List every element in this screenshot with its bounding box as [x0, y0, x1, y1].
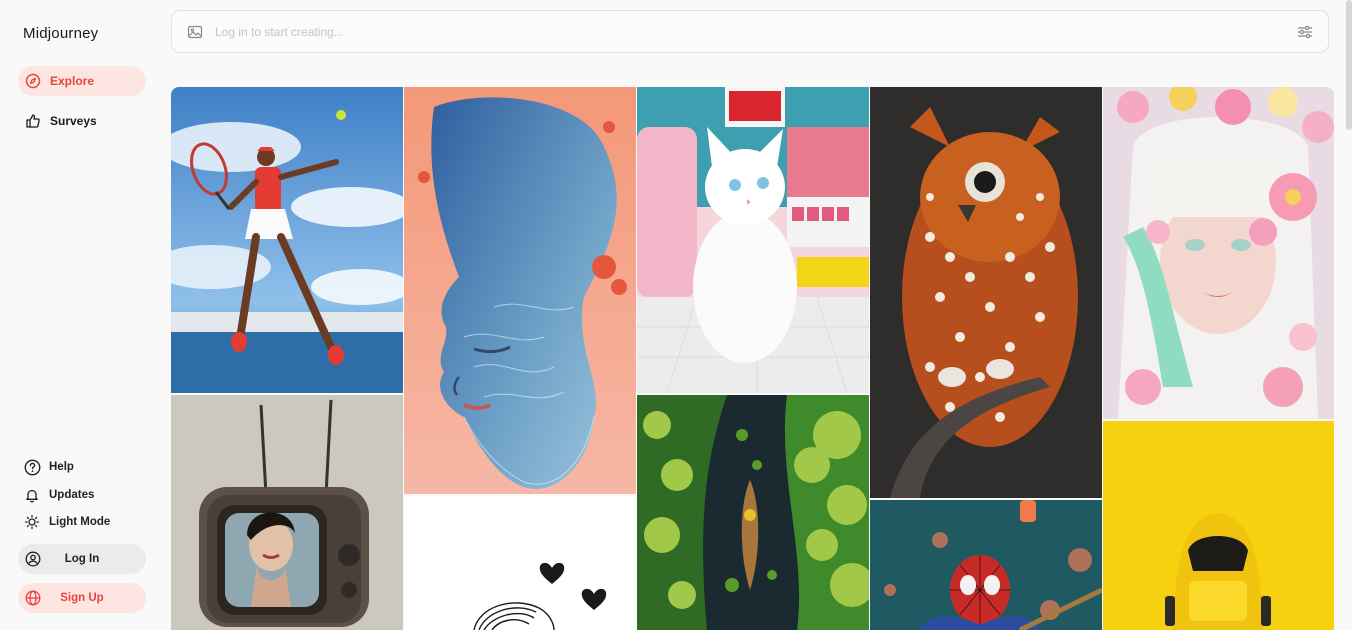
- user-icon: [24, 550, 42, 568]
- gallery-item-white-kitten[interactable]: [637, 87, 869, 393]
- image-icon[interactable]: [187, 24, 203, 40]
- gallery-item-flower-portrait[interactable]: [1103, 87, 1334, 419]
- canoe-aerial-image: [637, 395, 869, 630]
- gallery-item-spotted-owl[interactable]: [870, 87, 1102, 498]
- gallery-item-tennis-player[interactable]: [171, 87, 403, 393]
- thumbs-up-icon: [24, 112, 42, 130]
- signup-label: Sign Up: [60, 592, 104, 604]
- updates-link[interactable]: Updates: [23, 486, 94, 504]
- updates-label: Updates: [49, 489, 95, 501]
- login-button[interactable]: Log In: [18, 544, 146, 574]
- sun-icon: [23, 513, 41, 531]
- light-mode-label: Light Mode: [49, 516, 111, 528]
- help-link[interactable]: Help: [23, 458, 74, 476]
- sidebar-item-label: Surveys: [50, 114, 97, 128]
- tennis-player-image: [171, 87, 403, 393]
- settings-sliders-icon[interactable]: [1297, 24, 1313, 40]
- login-label: Log In: [64, 553, 100, 565]
- gallery-item-water-portrait[interactable]: [404, 87, 636, 494]
- flower-portrait-image: [1103, 87, 1334, 419]
- gallery-item-vintage-tv[interactable]: [171, 395, 403, 630]
- light-mode-toggle[interactable]: Light Mode: [23, 513, 110, 531]
- sidebar-item-explore[interactable]: Explore: [18, 66, 146, 96]
- globe-icon: [24, 589, 42, 607]
- gallery-item-canoe-aerial[interactable]: [637, 395, 869, 630]
- sidebar-item-label: Explore: [50, 74, 95, 88]
- signup-button[interactable]: Sign Up: [18, 583, 146, 613]
- yellow-car-image: [1103, 421, 1334, 630]
- sidebar-item-surveys[interactable]: Surveys: [18, 106, 146, 136]
- compass-icon: [24, 72, 42, 90]
- water-portrait-image: [404, 87, 636, 494]
- heart-sketch-image: [404, 496, 636, 630]
- page-scrollbar[interactable]: [1346, 0, 1352, 130]
- spider-man-image: [870, 500, 1102, 630]
- explore-gallery: [171, 87, 1334, 630]
- prompt-bar[interactable]: [171, 10, 1329, 53]
- app-logo[interactable]: Midjourney: [23, 25, 98, 42]
- prompt-input[interactable]: [213, 23, 1297, 40]
- help-label: Help: [49, 461, 74, 473]
- sidebar: Midjourney Explore Surveys Help Updates …: [0, 0, 160, 630]
- gallery-item-spider-man[interactable]: [870, 500, 1102, 630]
- gallery-item-yellow-car[interactable]: [1103, 421, 1334, 630]
- vintage-tv-image: [171, 395, 403, 630]
- gallery-item-heart-sketch[interactable]: [404, 496, 636, 630]
- spotted-owl-image: [870, 87, 1102, 498]
- bell-icon: [23, 486, 41, 504]
- help-icon: [23, 458, 41, 476]
- white-kitten-image: [637, 87, 869, 393]
